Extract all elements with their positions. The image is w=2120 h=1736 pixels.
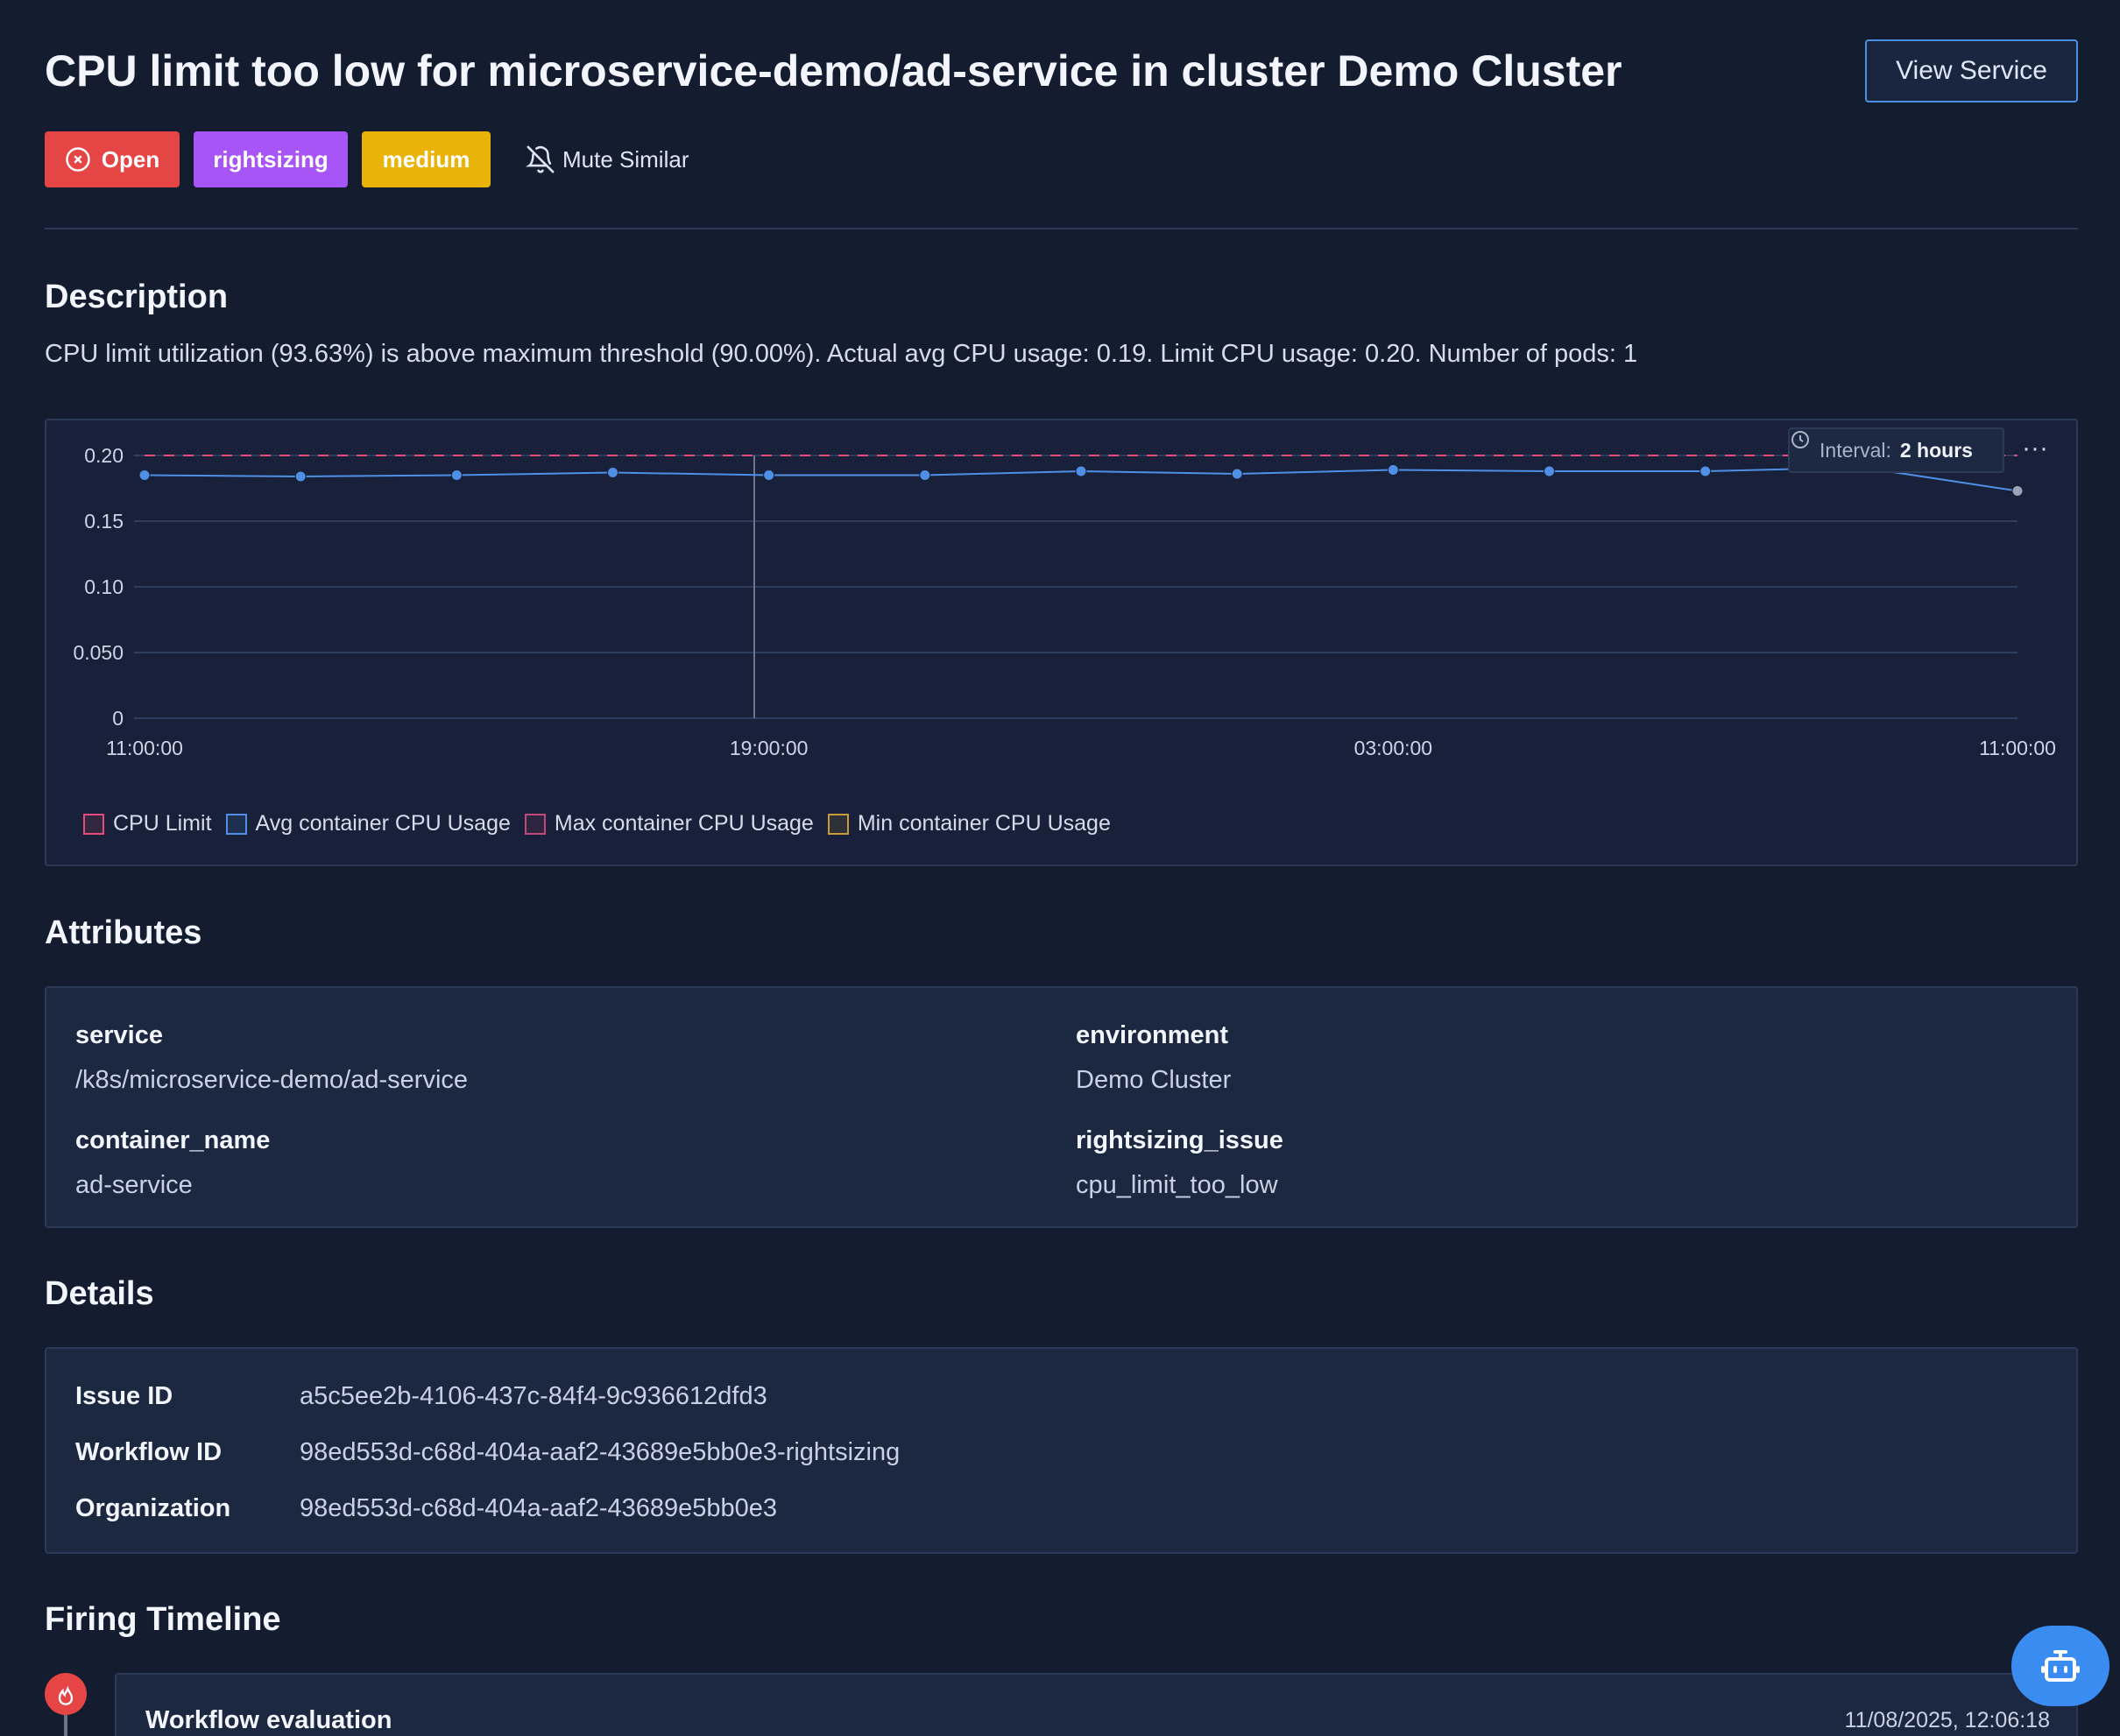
badge-row: Open rightsizing medium Mute Similar [45,131,689,187]
legend-swatch [524,813,546,835]
data-point [2011,485,2024,497]
assistant-bot-button[interactable] [2011,1626,2109,1706]
data-point [607,467,618,478]
detail-value: a5c5ee2b-4106-437c-84f4-9c936612dfd3 [300,1382,767,1410]
description-text: CPU limit utilization (93.63%) is above … [45,340,1638,368]
data-point [138,469,151,481]
category-badge: rightsizing [194,131,348,187]
detail-row-workflow-id: Workflow ID 98ed553d-c68d-404a-aaf2-4368… [75,1438,900,1467]
cpu-chart-card: 0 0.050 0.10 0.15 0.20 11:00:00 19:00:00 03:00:… [45,419,2078,866]
y-tick-label: 0.15 [84,510,124,533]
data-point [294,470,307,483]
detail-key: Organization [75,1494,231,1522]
attribute-value: cpu_limit_too_low [1076,1171,1278,1199]
firing-timeline-heading: Firing Timeline [45,1601,281,1638]
detail-row-issue-id: Issue ID a5c5ee2b-4106-437c-84f4-9c93661… [75,1382,767,1411]
data-point [1231,468,1243,480]
legend-label: Avg container CPU Usage [255,811,511,836]
x-tick-label: 11:00:00 [106,737,183,759]
legend-item[interactable]: Min container CPU Usage [827,811,1111,836]
y-tick-label: 0 [112,707,124,730]
legend-label: Max container CPU Usage [554,811,814,836]
y-tick-label: 0.20 [84,444,124,467]
interval-label: Interval: [1820,438,1891,462]
severity-badge: medium [362,131,491,187]
timeline-entry-title: Workflow evaluation [145,1706,392,1734]
interval-value: 2 hours [1899,438,1973,462]
more-options-button[interactable]: ··· [2018,431,2053,466]
clock-icon [1791,431,1809,448]
attribute-rightsizing-issue: rightsizing_issue cpu_limit_too_low [1076,1126,1283,1200]
detail-key: Issue ID [75,1382,173,1410]
attribute-container-name: container_name ad-service [75,1126,270,1200]
detail-value: 98ed553d-c68d-404a-aaf2-43689e5bb0e3-rig… [300,1438,901,1466]
description-heading: Description [45,279,229,315]
timeline-entry[interactable]: Workflow evaluation 11/08/2025, 12:06:18 [115,1673,2078,1736]
attribute-key: environment [1076,1021,1229,1049]
bell-off-icon [526,145,555,173]
view-service-button[interactable]: View Service [1865,39,2078,102]
attribute-value: /k8s/microservice-demo/ad-service [75,1066,469,1094]
data-point [763,469,775,481]
x-tick-label: 19:00:00 [730,737,809,759]
legend-item[interactable]: Avg container CPU Usage [225,811,511,836]
timeline-connector [64,1715,67,1736]
interval-selector[interactable]: Interval: 2 hours [1788,427,2004,473]
attributes-heading: Attributes [45,914,202,951]
attribute-key: service [75,1021,163,1049]
attribute-value: ad-service [75,1171,193,1199]
attribute-service: service /k8s/microservice-demo/ad-servic… [75,1021,468,1095]
data-point [450,469,463,481]
x-tick-label: 11:00:00 [1979,737,2056,759]
chart-legend: CPU Limit Avg container CPU Usage Max cont… [83,811,1125,836]
timeline-entry-date: 11/08/2025, 12:06:18 [1844,1708,2050,1732]
data-point [1387,464,1399,476]
attribute-environment: environment Demo Cluster [1076,1021,1231,1095]
data-point [1700,465,1712,477]
detail-key: Workflow ID [75,1438,223,1466]
y-tick-label: 0.050 [73,641,124,664]
data-point [1075,465,1087,477]
issue-header: CPU limit too low for microservice-demo/… [45,0,2078,229]
legend-label: Min container CPU Usage [857,811,1111,836]
x-tick-label: 03:00:00 [1354,737,1433,759]
legend-label: CPU Limit [113,811,212,836]
page-title: CPU limit too low for microservice-demo/… [45,46,1622,95]
status-badge-label: Open [101,145,160,173]
details-card: Issue ID a5c5ee2b-4106-437c-84f4-9c93661… [45,1347,2078,1554]
detail-row-organization: Organization 98ed553d-c68d-404a-aaf2-436… [75,1494,777,1523]
legend-item[interactable]: Max container CPU Usage [524,811,814,836]
flame-icon [45,1673,87,1715]
issue-detail-page: CPU limit too low for microservice-demo/… [45,0,2078,1736]
legend-swatch [83,813,104,835]
legend-item[interactable]: CPU Limit [83,811,212,836]
attribute-value: Demo Cluster [1076,1066,1232,1094]
mute-similar-label: Mute Similar [562,145,689,173]
legend-swatch [225,813,247,835]
bot-icon [2041,1650,2080,1682]
attribute-key: container_name [75,1126,271,1154]
attribute-key: rightsizing_issue [1076,1126,1283,1154]
status-badge: Open [45,131,180,187]
detail-value: 98ed553d-c68d-404a-aaf2-43689e5bb0e3 [300,1494,778,1522]
y-tick-label: 0.10 [84,575,124,598]
data-point [1544,465,1555,477]
legend-swatch [827,813,849,835]
data-point [919,469,931,481]
mute-similar-button[interactable]: Mute Similar [526,145,689,174]
cpu-usage-chart: 0 0.050 0.10 0.15 0.20 11:00:00 19:00:00 03:00:… [73,444,2056,759]
x-circle-icon [66,147,90,172]
attributes-card: service /k8s/microservice-demo/ad-servic… [45,986,2078,1228]
details-heading: Details [45,1275,154,1312]
